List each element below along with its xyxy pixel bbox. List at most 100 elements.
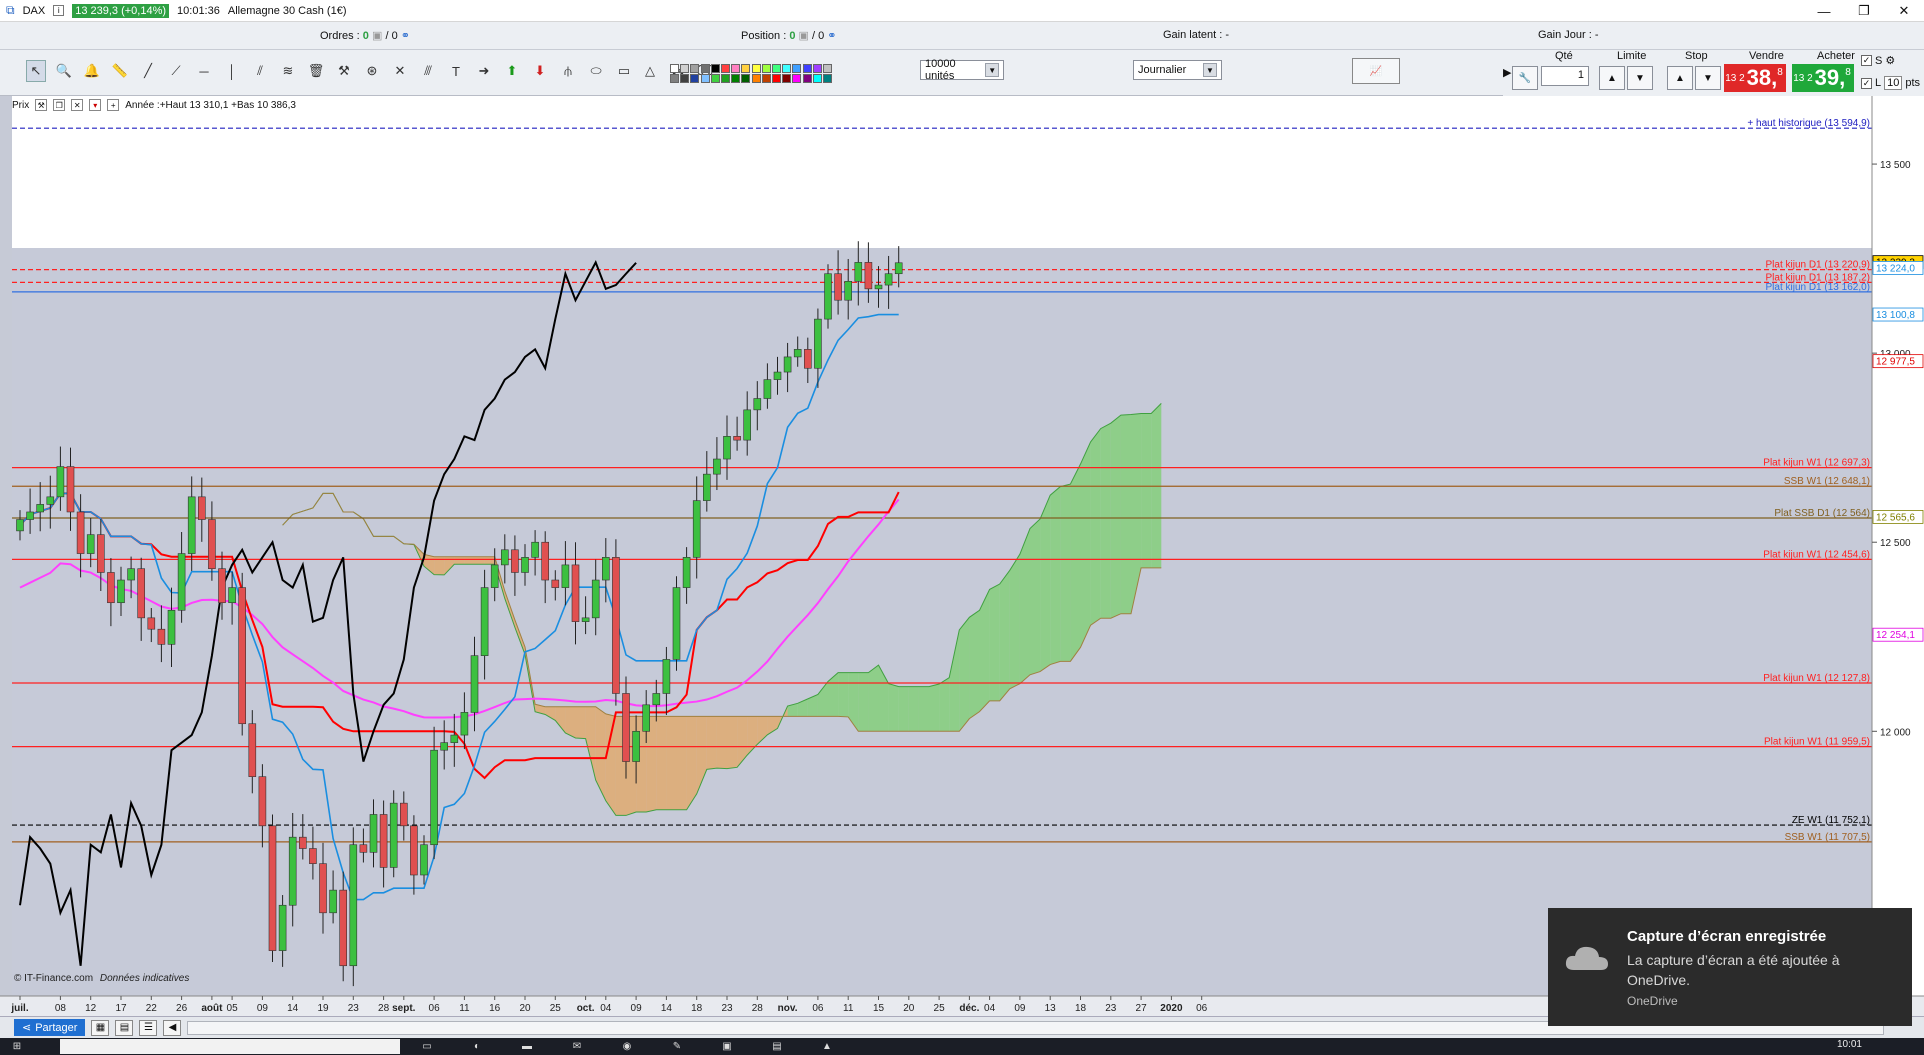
candle[interactable] [864,262,873,290]
position-field[interactable]: Position : 0 ▣ / 0 ⚭ [741,29,836,42]
candle[interactable] [854,262,863,282]
ruler-icon[interactable]: ▦ [91,1019,110,1036]
color-swatch[interactable] [772,64,781,73]
fibonacci-icon[interactable]: ≋ [278,60,298,82]
color-swatch[interactable] [792,74,802,83]
terminal-icon[interactable]: ▣ [718,1039,736,1053]
color-swatch[interactable] [700,64,710,73]
color-swatch[interactable] [710,74,720,83]
color-swatch[interactable] [823,64,832,73]
pts-input[interactable]: 10 [1884,76,1903,90]
arrow-right-icon[interactable]: ➜ [474,60,494,82]
limit-buy-button[interactable]: ▲ [1599,66,1625,90]
close-icon[interactable]: ✕ [71,99,84,111]
color-swatch[interactable] [802,74,812,83]
candle[interactable] [309,848,317,864]
qty-input[interactable]: 1 [1541,66,1589,86]
sell-button[interactable]: 13 2 38, 8 [1724,64,1786,92]
candle[interactable] [66,466,75,513]
candle[interactable] [329,889,337,914]
chrome-icon[interactable]: ◉ [618,1039,636,1053]
color-swatch[interactable] [812,64,822,73]
candle[interactable] [107,572,115,604]
alert-icon[interactable]: 🔔 [82,60,102,82]
candle[interactable] [713,458,721,475]
text-icon[interactable]: T [446,60,466,82]
candle[interactable] [652,693,661,706]
wrench-icon[interactable]: ⚒ [35,99,48,111]
candle[interactable] [702,473,711,501]
candle[interactable] [248,723,257,777]
candle[interactable] [783,356,792,373]
candle[interactable] [763,379,772,399]
orders-field[interactable]: Ordres : 0 ▣ / 0 ⚭ [320,29,410,42]
candle[interactable] [430,749,438,846]
channel-icon[interactable]: ⫽ [250,60,270,82]
candle[interactable] [26,511,34,520]
candle[interactable] [642,704,651,732]
candle[interactable] [692,500,701,558]
candle[interactable] [803,349,812,369]
candle[interactable] [359,844,368,853]
color-swatch[interactable] [792,64,802,73]
candle[interactable] [36,504,45,513]
candle[interactable] [814,318,822,369]
candle[interactable] [773,371,782,380]
parallel-icon[interactable]: ⫻ [418,60,438,82]
candle[interactable] [682,557,691,588]
candle[interactable] [339,889,348,967]
duplicate-icon[interactable]: ❐ [53,99,66,111]
candle[interactable] [591,579,600,619]
color-swatch[interactable] [690,74,700,83]
ray-icon[interactable]: ⟋ [166,60,186,82]
cross-icon[interactable]: ✕ [390,60,410,82]
candle[interactable] [824,273,832,320]
candle[interactable] [258,776,267,827]
candle[interactable] [541,541,550,581]
prorealtime-icon[interactable]: ▲ [818,1039,836,1053]
candle[interactable] [581,617,590,622]
price-chart[interactable]: Plat kijun W1 (12 697,3) SSB W1 (12 648,1… [0,96,1924,1016]
stop-s-toggle[interactable]: ✓ S ⚙ [1861,54,1895,67]
list-icon[interactable]: ☰ [139,1019,158,1036]
candle[interactable] [137,568,145,619]
candle[interactable] [844,280,853,301]
candle[interactable] [470,655,479,713]
candle[interactable] [298,836,307,849]
color-swatch[interactable] [670,64,679,73]
order-icon[interactable]: ▾ [89,99,102,111]
files-icon[interactable]: ▤ [768,1039,786,1053]
candle[interactable] [894,262,903,275]
measure-icon[interactable]: 📏 [110,60,130,82]
candle[interactable] [521,557,529,573]
task-view-icon[interactable]: ▭ [418,1039,436,1053]
candle[interactable] [733,436,741,441]
scroll-left-icon[interactable]: ◀ [163,1019,182,1036]
candle[interactable] [127,568,135,581]
candle[interactable] [793,349,802,358]
color-swatch[interactable] [782,74,792,83]
candle[interactable] [288,836,297,906]
share-button[interactable]: ⋖ Partager [14,1019,86,1036]
candle[interactable] [632,730,640,762]
zoom-icon[interactable]: 🔍 [54,60,74,82]
panel-toggle-icon[interactable]: ▶ [1503,66,1511,79]
color-swatch[interactable] [721,74,730,83]
candle[interactable] [198,496,206,520]
color-swatch[interactable] [670,74,679,83]
ellipse-icon[interactable]: ⬭ [586,60,606,82]
candle[interactable] [319,863,327,914]
candle[interactable] [167,609,176,645]
candle[interactable] [450,734,459,743]
trash-icon[interactable]: 🗑 [306,60,326,82]
color-swatch[interactable] [761,74,771,83]
color-swatch[interactable] [741,64,751,73]
mail-icon[interactable]: ✉ [568,1039,586,1053]
candle[interactable] [369,814,378,853]
candle[interactable] [561,564,570,588]
candle[interactable] [187,496,196,554]
candle[interactable] [157,628,166,645]
color-swatch[interactable] [700,74,710,83]
color-swatch[interactable] [812,74,822,83]
candle[interactable] [531,541,539,558]
